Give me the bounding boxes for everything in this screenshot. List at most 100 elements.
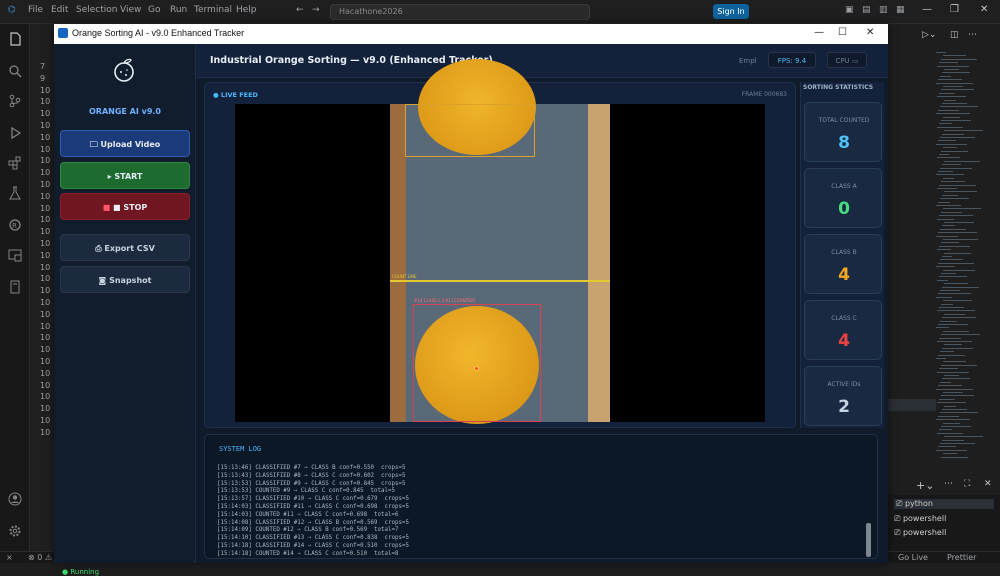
testing-icon[interactable]: [8, 186, 22, 200]
terminal-item-python[interactable]: ⎚ python: [894, 499, 994, 509]
menu-selection[interactable]: Selection: [76, 5, 117, 15]
log-line: [15:14:18] COUNTED #14 → CLASS C conf=0.…: [217, 550, 399, 557]
close-panel-icon[interactable]: ✕: [984, 479, 992, 489]
book-icon[interactable]: [8, 280, 22, 294]
minimap[interactable]: [936, 52, 984, 462]
app-maximize-icon[interactable]: ☐: [838, 27, 847, 38]
terminal-item-powershell-2[interactable]: ⎚ powershell: [894, 528, 946, 538]
stat-card-active-ids: ACTIVE IDs 2: [804, 366, 882, 426]
minimap-line: [943, 86, 963, 87]
run-debug-icon[interactable]: [8, 126, 22, 140]
forward-arrow-icon[interactable]: →: [312, 5, 320, 15]
start-button[interactable]: ▸ START: [60, 162, 190, 189]
line-number: 10: [40, 380, 51, 390]
line-number: 10: [40, 357, 51, 366]
minimap-line: [942, 378, 970, 380]
menu-run[interactable]: Run: [170, 5, 187, 15]
export-csv-button[interactable]: ⎙ Export CSV: [60, 234, 190, 261]
minimap-line: [938, 385, 962, 387]
minimap-line: [942, 103, 967, 104]
minimap-line: [938, 109, 959, 111]
menu-terminal[interactable]: Terminal: [194, 5, 232, 15]
minimap-line: [941, 426, 971, 427]
close-icon[interactable]: ✕: [980, 4, 988, 15]
account-icon[interactable]: [8, 492, 22, 506]
line-number: 10: [40, 85, 51, 95]
remote-explorer-icon[interactable]: [8, 248, 22, 262]
log-scrollbar[interactable]: [866, 523, 871, 557]
command-center-search[interactable]: Hacathone2026: [330, 4, 590, 20]
minimap-line: [944, 313, 965, 315]
minimap-line: [943, 208, 981, 210]
minimap-line: [937, 310, 975, 312]
minimap-line: [940, 320, 957, 322]
live-feed-label: ● LIVE FEED: [213, 91, 258, 99]
minimap-line: [936, 143, 967, 145]
layout-icon-3[interactable]: ▥: [879, 5, 888, 15]
minimap-line: [936, 419, 970, 421]
maximize-icon[interactable]: ❐: [950, 4, 959, 15]
app-minimize-icon[interactable]: —: [814, 27, 824, 38]
layout-icon[interactable]: ▣: [845, 5, 854, 15]
minimap-line: [940, 167, 972, 169]
minimap-line: [939, 62, 958, 64]
minimap-line: [936, 174, 964, 176]
minimap-line: [943, 361, 966, 363]
minimap-line: [941, 334, 980, 336]
back-arrow-icon[interactable]: ←: [296, 5, 304, 15]
minimap-line: [939, 276, 967, 278]
detection-box-bottom: [413, 304, 541, 422]
minimap-line: [944, 252, 971, 254]
sign-in-button[interactable]: Sign In: [713, 4, 749, 19]
system-log-panel[interactable]: SYSTEM LOG [15:13:46] CLASSIFIED #7 → CL…: [204, 434, 878, 559]
line-number: 10: [40, 121, 51, 130]
minimap-line: [939, 368, 958, 370]
minimap-line: [938, 201, 950, 203]
menu-help[interactable]: Help: [236, 5, 257, 15]
menu-go[interactable]: Go: [148, 5, 160, 15]
log-line: [15:14:10] CLASSIFIED #13 → CLASS C conf…: [217, 535, 409, 542]
minimap-line: [936, 449, 967, 451]
menu-file[interactable]: File: [28, 5, 43, 15]
minimap-line: [941, 456, 968, 458]
stop-button[interactable]: ■ ■ STOP: [60, 193, 190, 220]
new-terminal-icon[interactable]: +⌄: [916, 479, 934, 492]
explorer-icon[interactable]: [8, 32, 22, 46]
layout-icon-4[interactable]: ▦: [896, 5, 905, 15]
menu-view[interactable]: View: [120, 5, 141, 15]
minimap-line: [937, 126, 963, 128]
prettier-status[interactable]: Prettier: [947, 553, 976, 562]
minimap-line: [943, 239, 978, 240]
empl-label: Empl: [739, 57, 757, 65]
settings-gear-icon[interactable]: [8, 524, 22, 538]
layout-icon-2[interactable]: ▤: [862, 5, 871, 15]
app-close-icon[interactable]: ✕: [866, 27, 874, 38]
detection-label: #14 CLASS C 0.91 [COUNTED]: [414, 298, 476, 303]
extensions-icon[interactable]: [8, 156, 22, 170]
remote-status-icon[interactable]: ⨯: [6, 553, 13, 562]
maximize-panel-icon[interactable]: ⛶: [964, 479, 970, 489]
snapshot-button[interactable]: ◙ Snapshot: [60, 266, 190, 293]
terminal-item-powershell[interactable]: ⎚ powershell: [894, 514, 946, 524]
minimize-icon[interactable]: —: [922, 4, 932, 15]
minimap-line: [937, 402, 966, 404]
minimap-line: [937, 218, 954, 220]
remote-icon[interactable]: R: [8, 218, 22, 232]
split-editor-icon[interactable]: ◫: [950, 30, 959, 40]
menu-edit[interactable]: Edit: [51, 5, 68, 15]
run-file-icon[interactable]: ▷⌄: [922, 30, 936, 40]
stat-label: TOTAL COUNTED: [818, 117, 870, 124]
line-number: 10: [40, 168, 51, 178]
upload-video-button[interactable]: 🗀 Upload Video: [60, 130, 190, 157]
terminal-more-icon[interactable]: ⋯: [944, 479, 953, 489]
cpu-icon: ▭: [851, 57, 859, 65]
line-number: 10: [40, 132, 51, 142]
line-number: 10: [40, 156, 51, 166]
go-live-status[interactable]: Go Live: [898, 553, 928, 562]
stat-label: ACTIVE IDs: [827, 381, 861, 388]
source-control-icon[interactable]: [8, 94, 22, 108]
more-actions-icon[interactable]: ⋯: [968, 30, 977, 40]
search-icon[interactable]: [8, 64, 22, 78]
minimap-line: [940, 228, 966, 230]
minimap-line: [936, 358, 946, 359]
